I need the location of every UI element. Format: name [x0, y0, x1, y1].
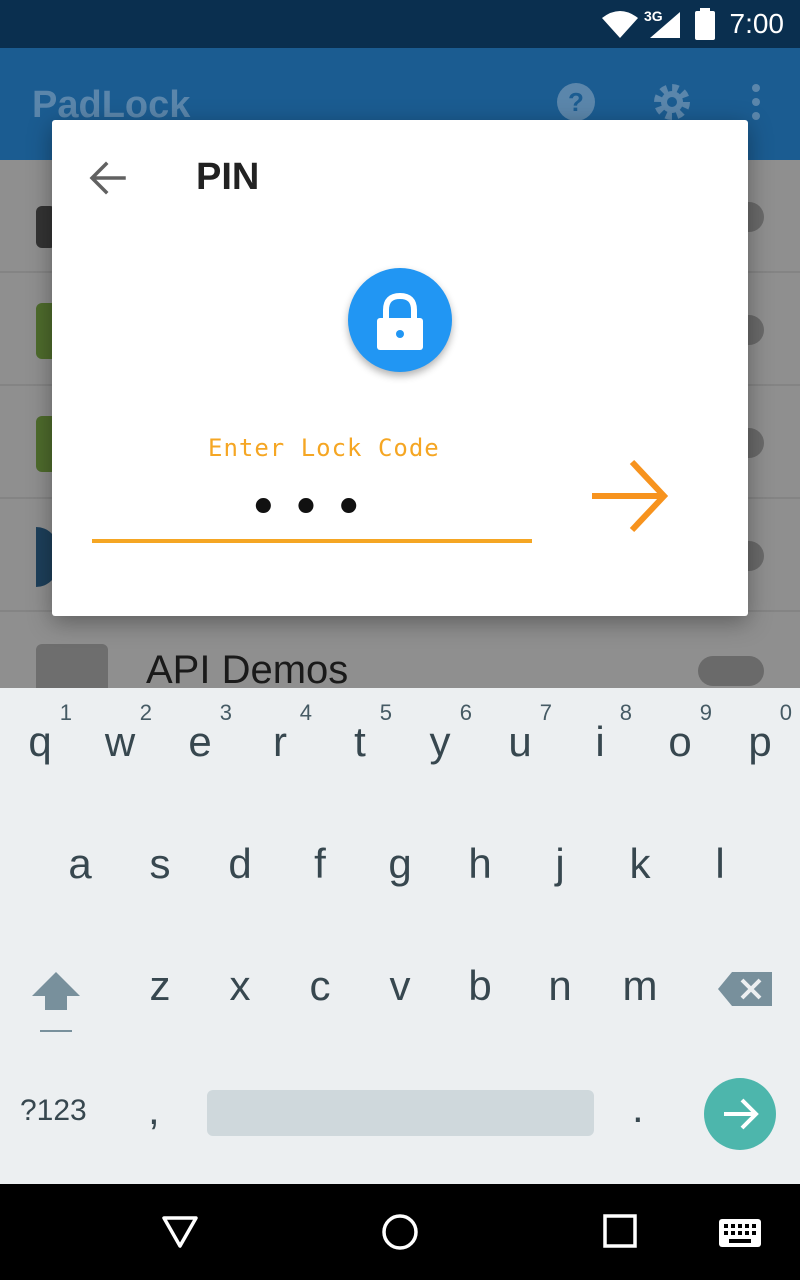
- key-s[interactable]: s: [120, 810, 200, 910]
- status-bar: 3G 7:00: [0, 0, 800, 48]
- lock-code-label: Enter Lock Code: [208, 434, 440, 462]
- key-l[interactable]: l: [680, 810, 760, 910]
- key-a[interactable]: a: [40, 810, 120, 910]
- key-n[interactable]: n: [520, 932, 600, 1032]
- key-i[interactable]: 8i: [560, 688, 640, 788]
- shift-icon: [32, 972, 80, 1034]
- key-label: m: [622, 962, 658, 1009]
- key-p[interactable]: 0p: [720, 688, 800, 788]
- svg-text:?: ?: [568, 87, 584, 117]
- cell-signal-icon: [650, 12, 680, 38]
- enter-arrow-icon: [724, 1098, 759, 1130]
- key-label: c: [309, 962, 331, 1009]
- key-m[interactable]: m: [600, 932, 680, 1032]
- lock-toggle[interactable]: [698, 656, 764, 686]
- backspace-key[interactable]: [704, 932, 784, 1032]
- key-j[interactable]: j: [520, 810, 600, 910]
- pin-input[interactable]: •••: [92, 480, 532, 536]
- shift-key[interactable]: [16, 932, 96, 1034]
- key-label: a: [68, 840, 92, 887]
- key-label: g: [388, 840, 412, 887]
- symbols-key[interactable]: ?123: [20, 1094, 87, 1128]
- key-label: d: [228, 840, 252, 887]
- lock-icon: [377, 292, 423, 350]
- key-label: l: [715, 840, 725, 887]
- key-label: j: [555, 840, 565, 887]
- key-label: i: [595, 718, 605, 765]
- battery-icon: [695, 8, 715, 40]
- dialog-title: PIN: [196, 156, 260, 198]
- key-label: q: [28, 718, 52, 765]
- pin-input-underline: [92, 539, 532, 543]
- key-b[interactable]: b: [440, 932, 520, 1032]
- key-z[interactable]: z: [120, 932, 200, 1032]
- key-v[interactable]: v: [360, 932, 440, 1032]
- key-label: h: [468, 840, 492, 887]
- enter-key[interactable]: [704, 1078, 776, 1150]
- overflow-menu-icon[interactable]: [748, 82, 764, 122]
- period-key[interactable]: .: [632, 1084, 644, 1132]
- space-key[interactable]: [207, 1090, 594, 1136]
- key-label: k: [629, 840, 651, 887]
- recents-icon[interactable]: [602, 1212, 638, 1252]
- home-icon[interactable]: [380, 1212, 420, 1252]
- key-d[interactable]: d: [200, 810, 280, 910]
- key-x[interactable]: x: [200, 932, 280, 1032]
- lock-badge: [348, 268, 452, 372]
- key-label: e: [188, 718, 212, 765]
- key-label: f: [314, 840, 326, 887]
- key-q[interactable]: 1q: [0, 688, 80, 788]
- key-u[interactable]: 7u: [480, 688, 560, 788]
- key-e[interactable]: 3e: [160, 688, 240, 788]
- backspace-icon: [718, 972, 772, 1006]
- key-label: s: [149, 840, 171, 887]
- clock: 7:00: [729, 8, 785, 39]
- key-label: o: [668, 718, 692, 765]
- key-label: n: [548, 962, 572, 1009]
- key-r[interactable]: 4r: [240, 688, 320, 788]
- list-item-label: API Demos: [146, 648, 349, 692]
- key-label: x: [229, 962, 251, 1009]
- back-icon[interactable]: [160, 1212, 200, 1252]
- key-label: z: [149, 962, 171, 1009]
- key-label: u: [508, 718, 532, 765]
- key-k[interactable]: k: [600, 810, 680, 910]
- back-arrow-icon[interactable]: [88, 158, 128, 198]
- navigation-bar: [0, 1184, 800, 1280]
- key-f[interactable]: f: [280, 810, 360, 910]
- key-label: b: [468, 962, 492, 1009]
- wifi-icon: [602, 11, 638, 38]
- key-label: r: [273, 718, 287, 765]
- key-c[interactable]: c: [280, 932, 360, 1032]
- soft-keyboard: 1q 2w 3e 4r 5t 6y 7u 8i 9o 0p a s d f g …: [0, 688, 800, 1184]
- submit-arrow-icon[interactable]: [588, 456, 672, 536]
- key-h[interactable]: h: [440, 810, 520, 910]
- comma-key[interactable]: ,: [148, 1086, 160, 1134]
- key-label: w: [104, 718, 136, 765]
- key-label: y: [429, 718, 451, 765]
- help-icon[interactable]: ?: [556, 82, 596, 122]
- key-label: p: [748, 718, 772, 765]
- key-w[interactable]: 2w: [80, 688, 160, 788]
- key-g[interactable]: g: [360, 810, 440, 910]
- gear-icon[interactable]: [652, 82, 692, 122]
- key-o[interactable]: 9o: [640, 688, 720, 788]
- keyboard-icon[interactable]: [718, 1218, 762, 1248]
- key-label: v: [389, 962, 411, 1009]
- pin-dialog: PIN Enter Lock Code •••: [52, 120, 748, 616]
- key-t[interactable]: 5t: [320, 688, 400, 788]
- key-label: t: [354, 718, 366, 765]
- key-y[interactable]: 6y: [400, 688, 480, 788]
